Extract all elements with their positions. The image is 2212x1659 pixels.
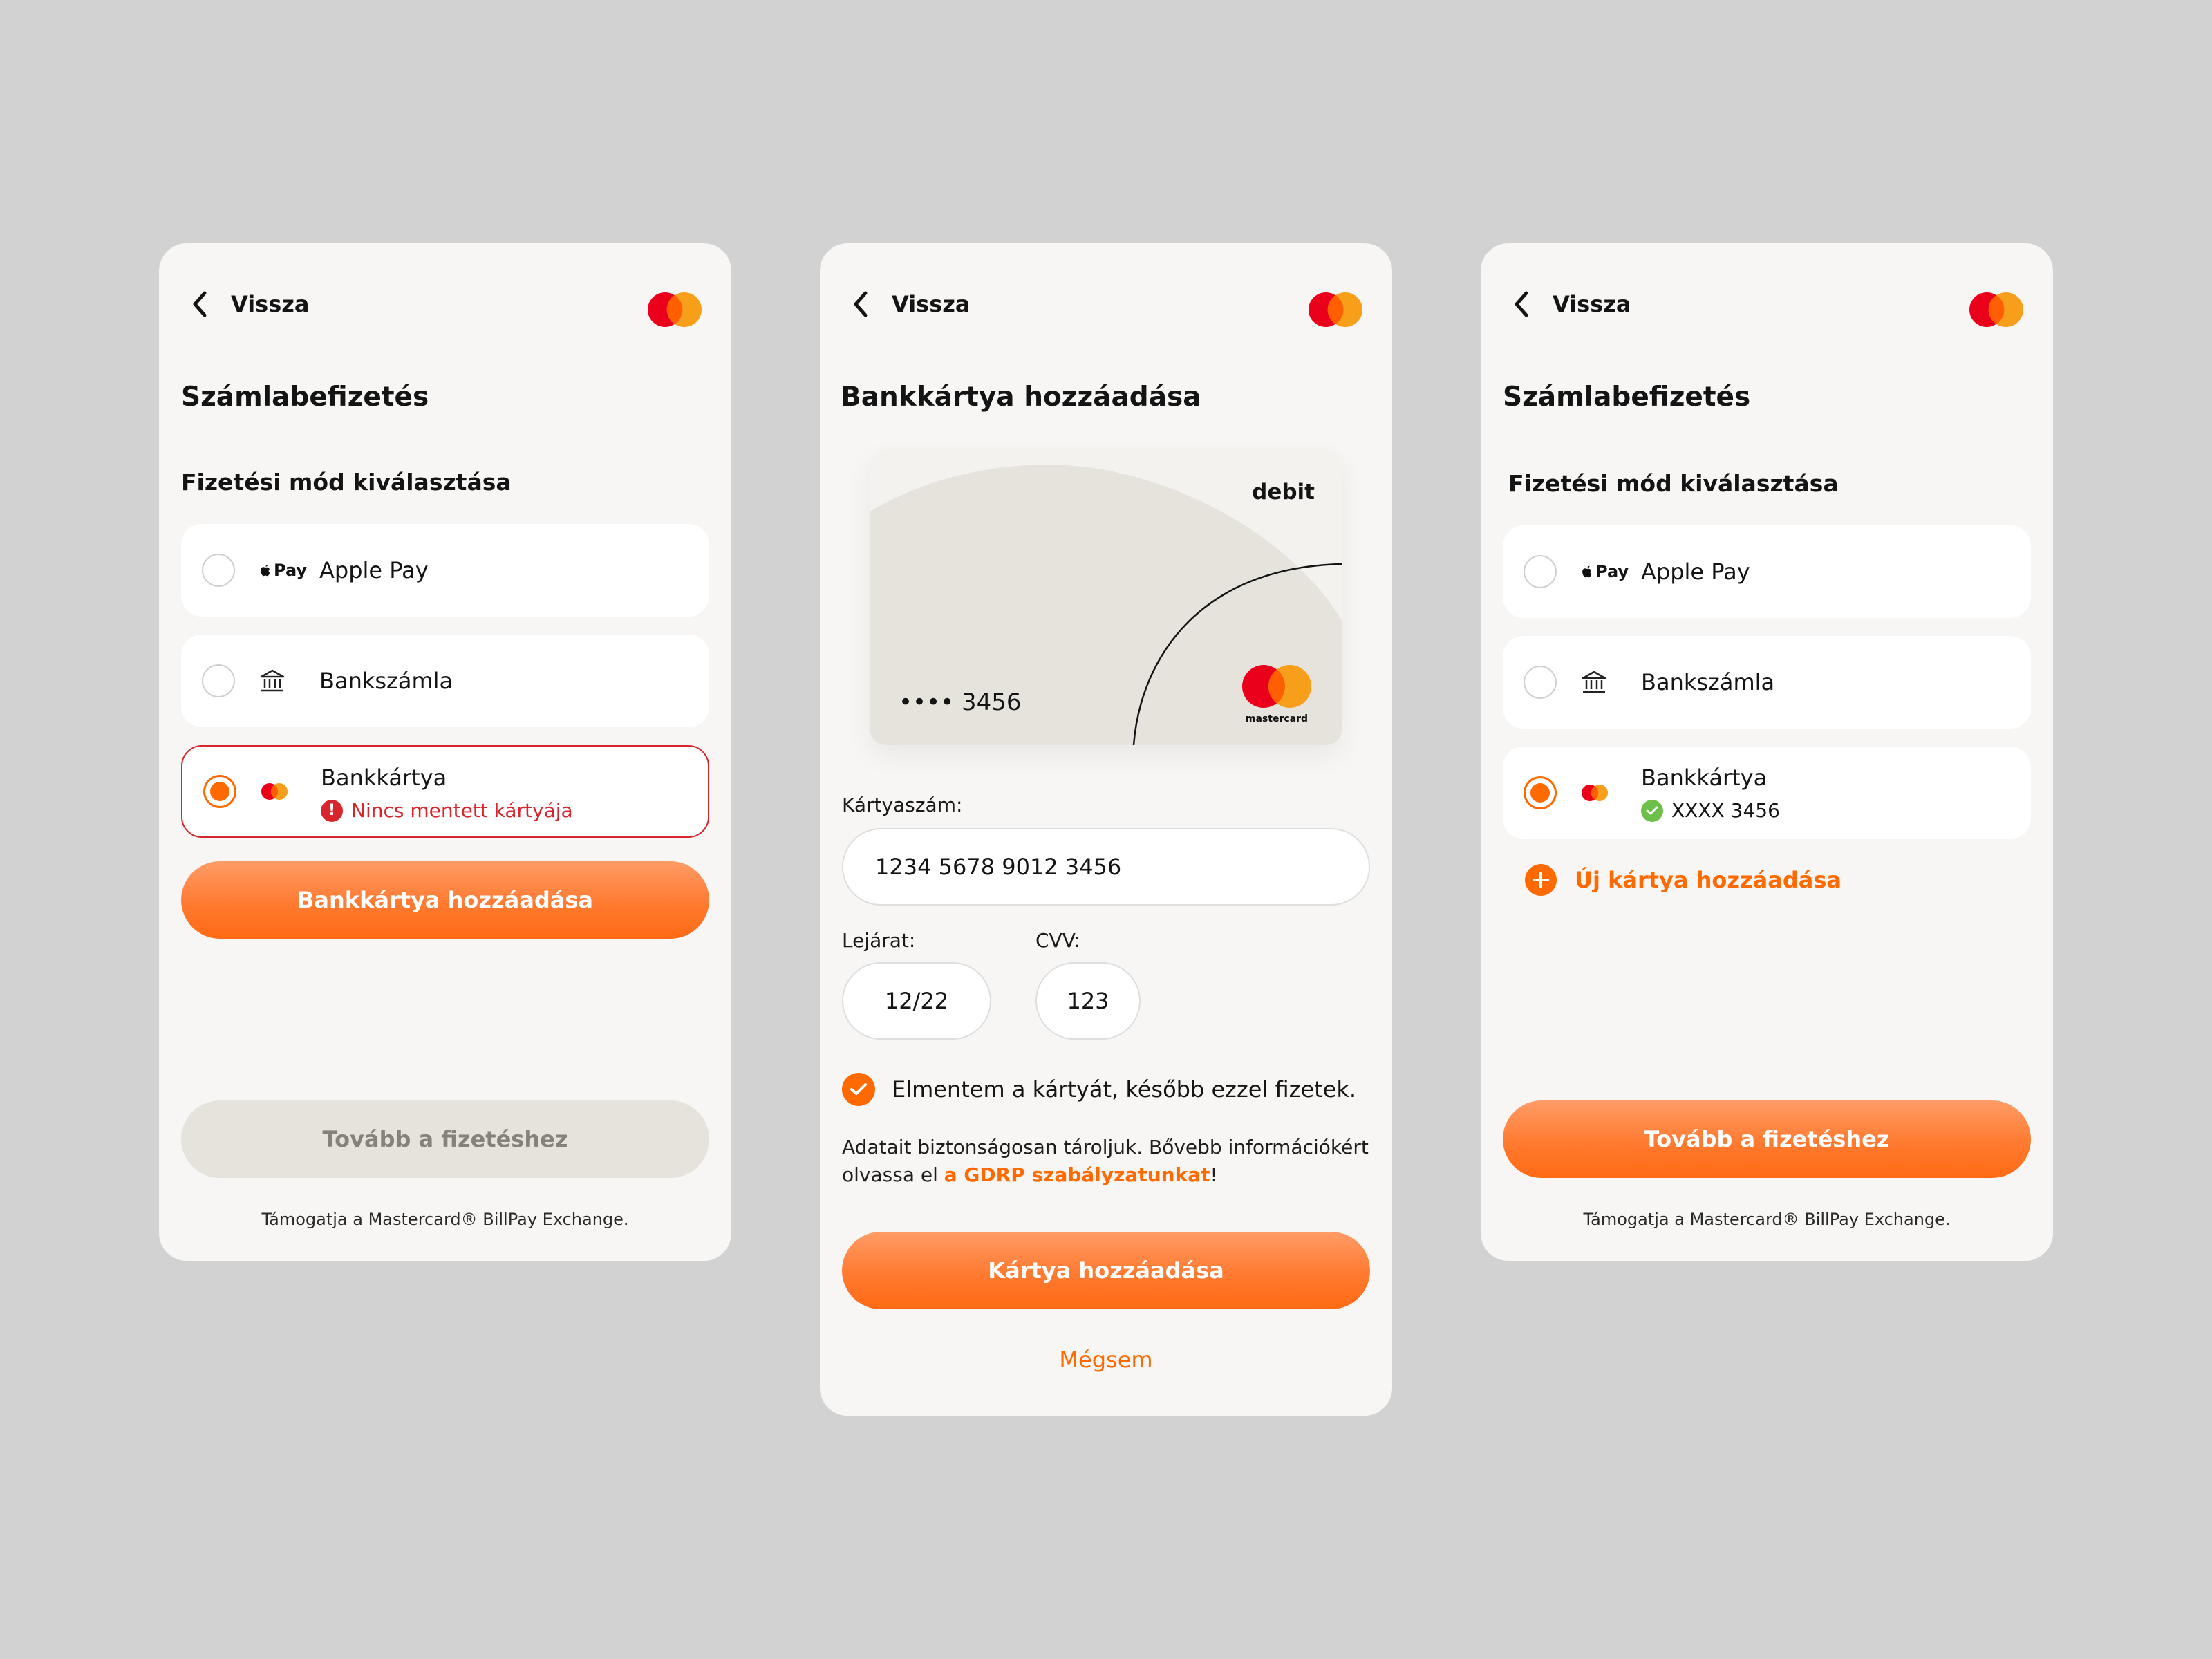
radio-bank-account[interactable]	[202, 664, 235, 697]
footer-note: Támogatja a Mastercard® BillPay Exchange…	[1583, 1210, 1951, 1229]
card-type-label: debit	[1252, 480, 1315, 505]
payment-method-screen-saved: Vissza Számlabefizetés Fizetési mód kivá…	[1481, 243, 2053, 1261]
privacy-note: Adatait biztonságosan tároljuk. Bővebb i…	[842, 1136, 1369, 1186]
no-saved-card-error: ! Nincs mentett kártyája	[321, 799, 573, 822]
plus-icon	[1525, 864, 1557, 896]
chevron-left-icon	[1515, 291, 1528, 317]
saved-card-number: XXXX 3456	[1641, 799, 1780, 822]
error-icon: !	[321, 799, 343, 822]
save-card-label: Elmentem a kártyát, később ezzel fizetek…	[892, 1076, 1357, 1103]
section-title: Fizetési mód kiválasztása	[181, 469, 512, 496]
save-card-checkbox-row[interactable]: Elmentem a kártyát, később ezzel fizetek…	[842, 1073, 1356, 1106]
mastercard-logo-icon	[1969, 292, 2023, 327]
radio-bank-card[interactable]	[1524, 776, 1557, 809]
save-card-checkbox[interactable]	[842, 1073, 875, 1106]
bank-icon	[1582, 671, 1606, 693]
page-title: Számlabefizetés	[181, 382, 429, 413]
option-bank-card[interactable]: Bankkártya ! Nincs mentett kártyája	[181, 745, 709, 838]
page-title: Számlabefizetés	[1503, 382, 1751, 413]
card-preview: debit •••• 3456 mastercard	[870, 449, 1342, 745]
option-apple-pay[interactable]: Pay Apple Pay	[1503, 525, 2031, 618]
option-label: Bankszámla	[319, 668, 453, 694]
cvv-label: CVV:	[1035, 929, 1081, 952]
check-circle-icon	[1641, 799, 1663, 822]
add-new-card-link[interactable]: Új kártya hozzáadása	[1525, 864, 1841, 896]
option-bank-card[interactable]: Bankkártya XXXX 3456	[1503, 747, 2031, 839]
card-number-label: Kártyaszám:	[842, 794, 963, 816]
add-card-screen: Vissza Bankkártya hozzáadása debit •••• …	[820, 243, 1392, 1416]
cancel-link[interactable]: Mégsem	[820, 1347, 1392, 1373]
mastercard-icon	[1582, 785, 1608, 801]
radio-bank-account[interactable]	[1524, 666, 1557, 699]
option-label: Apple Pay	[319, 557, 429, 583]
card-masked-number: •••• 3456	[899, 688, 1022, 716]
add-bank-card-button[interactable]: Bankkártya hozzáadása	[181, 861, 709, 939]
continue-to-payment-button[interactable]: Tovább a fizetéshez	[1503, 1100, 2031, 1178]
back-label: Vissza	[892, 291, 971, 317]
option-apple-pay[interactable]: Pay Apple Pay	[181, 524, 709, 617]
radio-bank-card[interactable]	[203, 775, 236, 808]
mastercard-icon	[261, 783, 288, 800]
option-label: Bankkártya	[321, 765, 447, 791]
option-label: Bankkártya	[1641, 765, 1768, 791]
back-label: Vissza	[231, 291, 310, 317]
expiry-label: Lejárat:	[842, 929, 916, 952]
mastercard-brand-icon: mastercard	[1240, 664, 1313, 726]
apple-pay-icon: Pay	[1580, 562, 1629, 581]
chevron-left-icon	[854, 291, 868, 317]
card-number-input[interactable]	[842, 828, 1370, 906]
option-label: Bankszámla	[1641, 669, 1775, 695]
mastercard-logo-icon	[1309, 292, 1362, 327]
bank-icon	[260, 669, 285, 692]
option-label: Apple Pay	[1641, 559, 1750, 585]
gdpr-policy-link[interactable]: a GDRP szabályzatunkat	[944, 1163, 1210, 1186]
radio-apple-pay[interactable]	[1524, 555, 1557, 588]
cvv-input[interactable]	[1035, 962, 1141, 1040]
mastercard-logo-icon	[648, 292, 702, 327]
check-icon	[850, 1083, 867, 1095]
page-title: Bankkártya hozzáadása	[841, 382, 1201, 413]
apple-pay-icon: Pay	[259, 561, 307, 580]
section-title: Fizetési mód kiválasztása	[1508, 470, 1839, 497]
back-button[interactable]: Vissza	[187, 288, 309, 321]
chevron-left-icon	[193, 291, 207, 317]
continue-to-payment-button[interactable]: Tovább a fizetéshez	[181, 1100, 709, 1178]
add-card-button[interactable]: Kártya hozzáadása	[842, 1232, 1370, 1309]
radio-apple-pay[interactable]	[202, 554, 235, 587]
footer-note: Támogatja a Mastercard® BillPay Exchange…	[261, 1210, 629, 1229]
expiry-input[interactable]	[842, 962, 991, 1040]
option-bank-account[interactable]: Bankszámla	[1503, 636, 2031, 729]
back-button[interactable]: Vissza	[1508, 288, 1631, 321]
back-button[interactable]: Vissza	[847, 288, 970, 321]
payment-method-screen-error: Vissza Számlabefizetés Fizetési mód kivá…	[159, 243, 731, 1261]
back-label: Vissza	[1553, 291, 1631, 317]
option-bank-account[interactable]: Bankszámla	[181, 635, 709, 727]
